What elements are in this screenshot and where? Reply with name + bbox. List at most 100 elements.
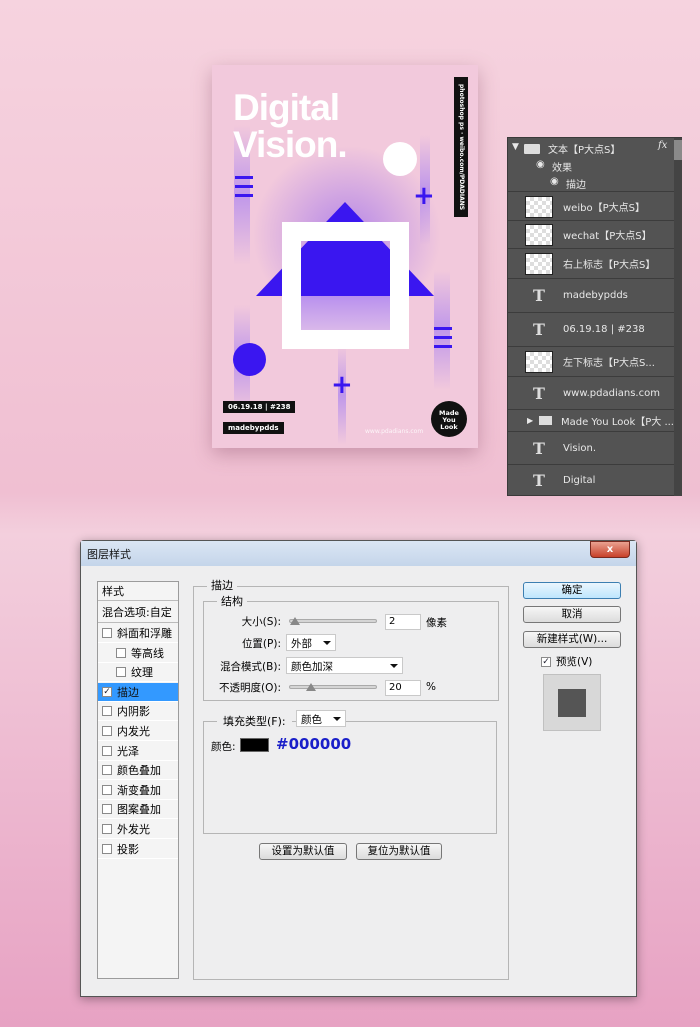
layer-row[interactable]: weibo【P大点S】 (508, 193, 674, 221)
white-square-frame (282, 222, 409, 349)
style-item[interactable]: 图案叠加 (98, 800, 178, 820)
styles-list: 样式 混合选项:自定 斜面和浮雕等高线纹理 ✓ 描边内阴影内发光光泽 颜色叠加 渐变叠加… (97, 581, 179, 979)
opacity-slider[interactable] (289, 683, 377, 691)
style-item[interactable]: 等高线 (98, 644, 178, 663)
plus-icon: + (331, 370, 353, 400)
position-value: 外部 (291, 638, 312, 650)
style-item-label: 内阴影 (117, 705, 150, 719)
layer-row[interactable]: T 06.19.18 | #238 (508, 313, 674, 347)
checkbox[interactable] (102, 784, 112, 795)
style-item[interactable]: 投影 (98, 840, 178, 859)
scrollbar[interactable] (674, 138, 682, 496)
set-default-button[interactable]: 设置为默认值 (259, 843, 347, 860)
checkbox[interactable] (102, 726, 112, 736)
expand-arrow-icon[interactable]: ▶ (527, 416, 533, 425)
style-item[interactable]: 颜色叠加 (98, 761, 178, 781)
layer-row[interactable]: Tmadebypdds (508, 279, 674, 313)
opacity-unit: % (426, 681, 436, 693)
fill-type-select[interactable]: 颜色 (296, 710, 346, 727)
text-layer-icon: T (533, 383, 545, 403)
eye-icon[interactable]: ◉ (550, 176, 559, 187)
layer-group-text[interactable]: ▼ 文本【P大点S】 fx ◉ 效果 ◉ 描边 (508, 138, 674, 192)
checkbox[interactable] (102, 824, 112, 834)
style-item[interactable]: 渐变叠加 (98, 781, 178, 800)
checkbox[interactable] (102, 843, 112, 854)
layer-row[interactable]: 右上标志【P大点S】 (508, 249, 674, 279)
checkbox[interactable] (102, 804, 112, 815)
style-item[interactable]: 光泽 (98, 742, 178, 761)
layer-group-row[interactable]: ▶ Made You Look【P大 ... (508, 410, 674, 432)
layer-row[interactable]: wechat【P大点S】 (508, 221, 674, 249)
layers-panel: ▼ 文本【P大点S】 fx ◉ 效果 ◉ 描边 weibo【P大点S】 wech… (507, 137, 682, 496)
ok-button[interactable]: 确定 (523, 582, 621, 599)
layer-name: 06.19.18 | #238 (563, 324, 645, 335)
layer-row[interactable]: T Digital (508, 465, 674, 496)
blend-options-item[interactable]: 混合选项:自定 (98, 602, 178, 623)
social-tag: photoshop ps · weibo.com/PDADIANS (454, 77, 468, 217)
poster-title-vision: Vision. (233, 124, 348, 165)
checkbox[interactable] (102, 628, 112, 638)
opacity-input[interactable]: 20 (385, 680, 421, 696)
style-item-label: 等高线 (131, 646, 164, 660)
expand-arrow-icon[interactable]: ▼ (512, 142, 519, 152)
size-input[interactable]: 2 (385, 614, 421, 630)
style-item[interactable]: 内阴影 (98, 702, 178, 722)
layer-row[interactable]: T Vision. (508, 432, 674, 465)
date-tag: 06.19.18 | #238 (223, 401, 296, 413)
new-style-button[interactable]: 新建样式(W)... (523, 631, 621, 648)
style-item-label: 斜面和浮雕 (117, 627, 172, 640)
text-layer-icon: T (533, 438, 545, 458)
equals-icon (235, 176, 253, 179)
color-swatch[interactable] (240, 738, 269, 752)
effect-stroke[interactable]: 描边 (566, 176, 586, 191)
reset-default-button[interactable]: 复位为默认值 (356, 843, 442, 860)
position-select[interactable]: 外部 (286, 634, 336, 651)
blend-mode-value: 颜色加深 (291, 661, 333, 673)
style-item[interactable]: 内发光 (98, 722, 178, 741)
dialog-title: 图层样式 (87, 548, 131, 561)
style-item[interactable]: ✓ 描边 (98, 682, 178, 702)
plus-icon: + (413, 181, 435, 211)
fx-icon: fx (658, 140, 668, 151)
checkbox[interactable] (116, 647, 126, 658)
layer-row[interactable]: 左下标志【P大点S... (508, 347, 674, 377)
fill-type-value: 颜色 (301, 714, 322, 726)
text-layer-icon: T (533, 286, 545, 305)
checkbox[interactable]: ✓ (541, 656, 551, 667)
style-item[interactable]: 斜面和浮雕 (98, 624, 178, 643)
smart-object-thumbnail (525, 350, 553, 373)
smart-object-thumbnail (525, 252, 553, 275)
blend-mode-select[interactable]: 颜色加深 (286, 657, 403, 674)
checkbox[interactable] (102, 765, 112, 776)
size-unit: 像素 (426, 617, 447, 629)
checkbox[interactable] (116, 667, 126, 678)
style-item-label: 纹理 (131, 666, 153, 680)
checkbox[interactable] (102, 745, 112, 756)
layer-name: wechat【P大点S】 (563, 231, 652, 242)
layer-name: weibo【P大点S】 (563, 203, 645, 214)
close-button[interactable]: x (590, 541, 630, 558)
preview-square (558, 689, 586, 717)
styles-header[interactable]: 样式 (98, 582, 178, 601)
style-item-label: 内发光 (117, 725, 150, 738)
eye-icon[interactable]: ◉ (536, 159, 545, 170)
slider-handle[interactable] (306, 683, 316, 691)
layer-row[interactable]: Twww.pdadians.com (508, 377, 674, 410)
preview-checkbox[interactable]: ✓ 预览(V) (541, 654, 592, 669)
effects-label: 效果 (552, 163, 572, 174)
style-item[interactable]: 纹理 (98, 663, 178, 683)
layer-thumbnail (525, 223, 553, 246)
cancel-button[interactable]: 取消 (523, 606, 621, 623)
style-item-label: 描边 (117, 685, 139, 699)
layer-name: madebypdds (563, 290, 628, 301)
layer-name: 左下标志【P大点S... (563, 358, 655, 369)
checkbox[interactable]: ✓ (102, 686, 112, 697)
dialog-titlebar[interactable]: 图层样式 (81, 541, 636, 566)
size-slider[interactable] (289, 617, 377, 625)
position-label: 位置(P): (241, 638, 281, 650)
slider-handle[interactable] (290, 617, 300, 625)
style-item[interactable]: 外发光 (98, 820, 178, 839)
layer-name: 文本【P大点S】 (548, 145, 621, 156)
white-circle (383, 142, 417, 176)
checkbox[interactable] (102, 706, 112, 717)
